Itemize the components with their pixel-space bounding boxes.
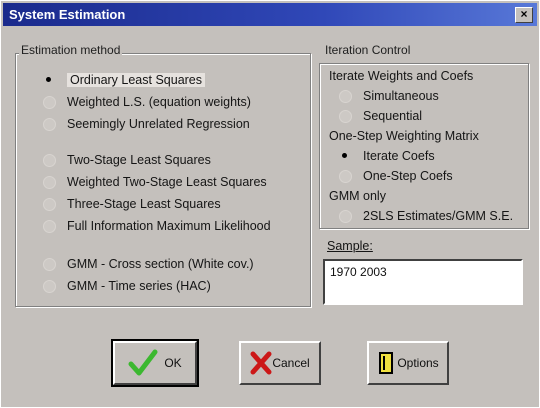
radio-wls-label: Weighted L.S. (equation weights) [67,95,251,109]
radio-3sls[interactable]: Three-Stage Least Squares [43,195,221,213]
radio-selected-icon [43,74,55,86]
radio-unselected-icon [43,176,56,189]
radio-unselected-icon [43,258,56,271]
radio-gmm-cross[interactable]: GMM - Cross section (White cov.) [43,255,254,273]
radio-ols-label: Ordinary Least Squares [67,73,206,87]
radio-simultaneous-label: Simultaneous [363,89,439,103]
radio-unselected-icon [43,96,56,109]
options-button[interactable]: Options [367,341,449,385]
system-estimation-dialog: System Estimation × Estimation method Or… [0,0,540,408]
options-label: Options [397,356,439,370]
cancel-x-icon [250,351,272,375]
close-button[interactable]: × [515,7,533,23]
radio-fiml[interactable]: Full Information Maximum Likelihood [43,217,271,235]
radio-gmm-cross-label: GMM - Cross section (White cov.) [67,257,254,271]
radio-onestep-coefs[interactable]: One-Step Coefs [339,167,453,185]
radio-unselected-icon [43,220,56,233]
radio-unselected-icon [43,280,56,293]
iteration-control-label: Iteration Control [325,43,411,57]
radio-fiml-label: Full Information Maximum Likelihood [67,219,271,233]
radio-2sls-gmm[interactable]: 2SLS Estimates/GMM S.E. [339,207,513,225]
sample-input[interactable]: 1970 2003 [323,259,523,305]
radio-gmm-time[interactable]: GMM - Time series (HAC) [43,277,211,295]
radio-sequential[interactable]: Sequential [339,107,422,125]
radio-onestep-coefs-label: One-Step Coefs [363,169,453,183]
radio-unselected-icon [339,210,352,223]
options-icon [379,352,394,374]
radio-simultaneous[interactable]: Simultaneous [339,87,439,105]
radio-unselected-icon [43,154,56,167]
sample-label: Sample: [327,239,373,253]
iterate-weights-heading: Iterate Weights and Coefs [329,69,474,83]
radio-w2sls-label: Weighted Two-Stage Least Squares [67,175,267,189]
onestep-heading: One-Step Weighting Matrix [329,129,479,143]
radio-ols[interactable]: Ordinary Least Squares [43,71,206,89]
radio-unselected-icon [43,198,56,211]
radio-2sls[interactable]: Two-Stage Least Squares [43,151,211,169]
radio-wls[interactable]: Weighted L.S. (equation weights) [43,93,251,111]
radio-unselected-icon [339,110,352,123]
radio-2sls-label: Two-Stage Least Squares [67,153,211,167]
window-title: System Estimation [9,7,126,22]
radio-2sls-gmm-label: 2SLS Estimates/GMM S.E. [363,209,514,223]
title-bar[interactable]: System Estimation × [3,3,537,26]
cancel-button[interactable]: Cancel [239,341,321,385]
radio-w2sls[interactable]: Weighted Two-Stage Least Squares [43,173,267,191]
radio-iterate-coefs-label: Iterate Coefs [363,149,435,163]
radio-sur[interactable]: Seemingly Unrelated Regression [43,115,250,133]
radio-unselected-icon [43,118,56,131]
radio-sequential-label: Sequential [363,109,423,123]
gmm-only-heading: GMM only [329,189,386,203]
radio-gmm-time-label: GMM - Time series (HAC) [67,279,211,293]
cancel-label: Cancel [272,356,310,370]
radio-selected-icon [339,150,351,162]
radio-iterate-coefs[interactable]: Iterate Coefs [339,147,435,165]
estimation-method-label: Estimation method [19,43,123,57]
ok-button[interactable]: OK [111,339,199,387]
radio-unselected-icon [339,170,352,183]
radio-unselected-icon [339,90,352,103]
radio-3sls-label: Three-Stage Least Squares [67,197,221,211]
ok-label: OK [164,356,182,370]
check-icon [128,349,158,376]
radio-sur-label: Seemingly Unrelated Regression [67,117,250,131]
